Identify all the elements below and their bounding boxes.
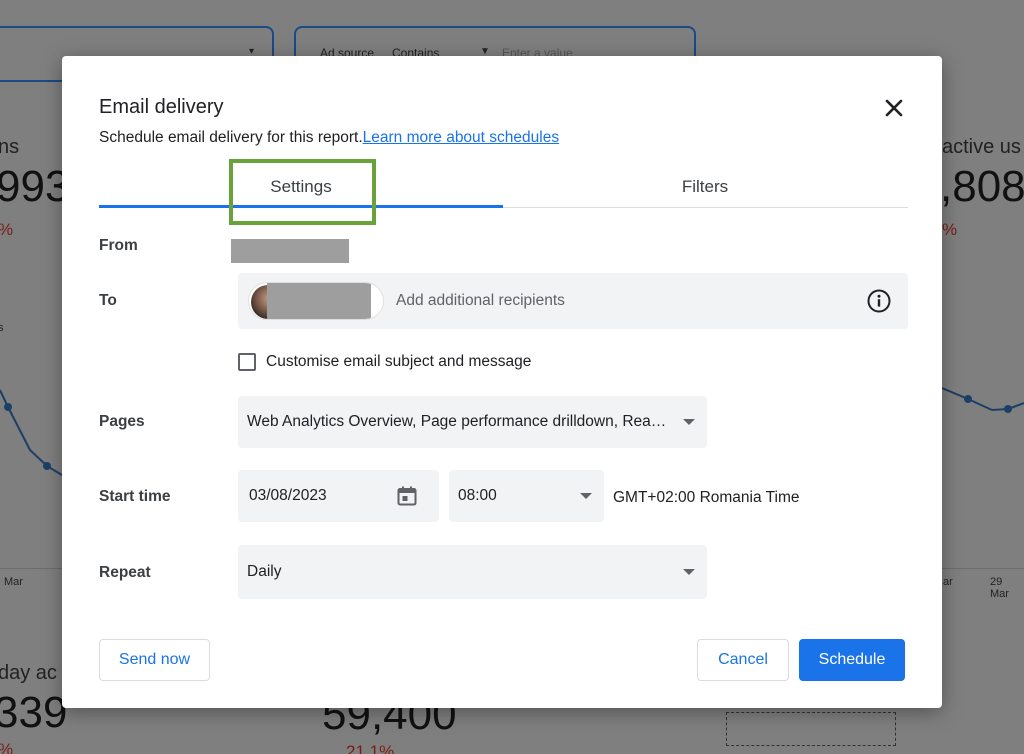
right-chart-line: [942, 387, 1024, 413]
recipients-input[interactable]: Add additional recipients: [396, 292, 565, 310]
settings-highlight-box: [229, 159, 376, 225]
start-time-label: Start time: [99, 488, 171, 505]
recipients-field[interactable]: Add additional recipients: [238, 273, 908, 329]
calendar-icon[interactable]: [395, 484, 419, 508]
dialog-title: Email delivery: [99, 96, 224, 118]
bottom-left-metric-label: day ac: [0, 662, 57, 684]
customise-checkbox[interactable]: [238, 353, 256, 371]
pages-value: Web Analytics Overview, Page performance…: [247, 413, 667, 430]
bottom-left-metric-change: %: [0, 740, 13, 754]
schedule-button[interactable]: Schedule: [799, 639, 905, 681]
left-metric-label: ns: [0, 136, 20, 158]
start-date-field[interactable]: 03/08/2023: [238, 470, 439, 522]
repeat-select[interactable]: Daily: [238, 545, 707, 599]
pages-label: Pages: [99, 413, 145, 430]
close-icon[interactable]: [880, 94, 908, 122]
chevron-down-icon: [580, 493, 592, 499]
left-chart-x-tick: Mar: [4, 576, 23, 588]
info-icon[interactable]: [866, 288, 892, 314]
left-chart-line: [0, 389, 62, 476]
customise-label[interactable]: Customise email subject and message: [266, 353, 531, 371]
right-chart-x-tick-1: ar: [943, 576, 953, 588]
recipient-chip[interactable]: [248, 282, 384, 320]
from-label: From: [99, 237, 138, 254]
start-time-select[interactable]: 08:00: [449, 470, 604, 522]
from-redacted-value: [231, 239, 349, 263]
cancel-button[interactable]: Cancel: [697, 639, 789, 681]
left-metric-change: %: [0, 220, 13, 240]
right-metric-change: %: [942, 220, 958, 239]
learn-more-link[interactable]: Learn more about schedules: [363, 129, 559, 146]
subtitle-text: Schedule email delivery for this report.: [99, 129, 363, 146]
bottom-right-placeholder: [726, 712, 896, 746]
left-chart-y-tick: s: [0, 322, 4, 334]
right-chart-x-tick-2: 29 Mar: [990, 576, 1009, 600]
tab-filters[interactable]: Filters: [503, 168, 907, 208]
bottom-left-metric-value: 339: [0, 688, 68, 737]
to-label: To: [99, 292, 117, 309]
chevron-down-icon: [683, 569, 695, 575]
right-metric-value: ,808: [940, 162, 1024, 211]
repeat-label: Repeat: [99, 564, 151, 581]
pages-select[interactable]: Web Analytics Overview, Page performance…: [238, 396, 707, 448]
bottom-center-metric-change: 21.1%: [346, 742, 395, 754]
email-delivery-dialog: Email delivery Schedule email delivery f…: [62, 56, 942, 708]
right-chart-axis: [942, 568, 1024, 569]
start-date-value: 03/08/2023: [249, 487, 327, 504]
repeat-value: Daily: [247, 563, 282, 580]
start-time-value: 08:00: [458, 487, 497, 504]
send-now-button[interactable]: Send now: [99, 639, 210, 681]
dialog-subtitle: Schedule email delivery for this report.…: [99, 129, 559, 147]
left-chart-axis: [0, 568, 62, 569]
tab-bar: Settings Filters: [99, 168, 908, 208]
timezone-label: GMT+02:00 Romania Time: [613, 489, 800, 506]
recipient-redacted: [267, 283, 371, 319]
chevron-down-icon: [683, 419, 695, 425]
right-metric-label: active us: [942, 136, 1021, 158]
left-metric-value: 993: [0, 162, 70, 211]
